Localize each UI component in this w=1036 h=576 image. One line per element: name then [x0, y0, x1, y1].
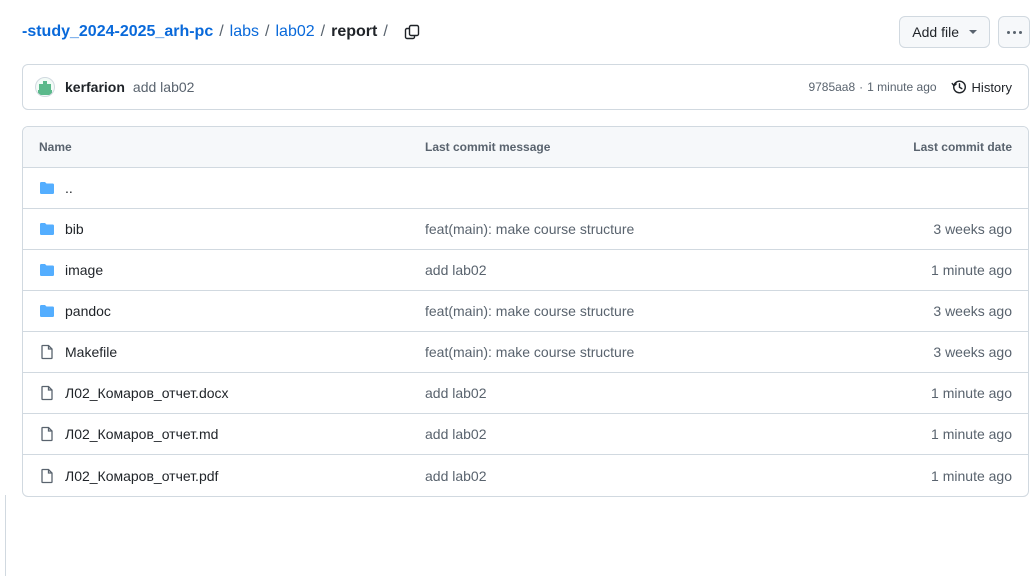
file-table: Name Last commit message Last commit dat… — [22, 126, 1029, 497]
breadcrumb: -study_2024-2025_arh-pc / labs / lab02 /… — [22, 20, 424, 44]
add-file-label: Add file — [912, 24, 959, 40]
breadcrumb-separator: / — [265, 23, 270, 40]
copy-path-button[interactable] — [400, 20, 424, 44]
table-row[interactable]: Л02_Комаров_отчет.md add lab02 1 minute ag… — [23, 414, 1028, 455]
file-name-link[interactable]: pandoc — [65, 303, 111, 319]
meta-separator: · — [859, 80, 864, 94]
file-name-link[interactable]: image — [65, 262, 103, 278]
file-name-link[interactable]: Л02_Комаров_отчет.docx — [65, 385, 229, 401]
avatar[interactable] — [35, 77, 55, 97]
commit-meta: 9785aa8 · 1 minute ago History — [808, 77, 1016, 97]
more-options-button[interactable] — [998, 16, 1030, 48]
avatar-image — [38, 81, 52, 95]
file-icon — [39, 468, 55, 484]
folder-icon — [39, 180, 55, 196]
commit-message-link[interactable]: add lab02 — [425, 262, 487, 278]
commit-date: 3 weeks ago — [933, 221, 1012, 237]
commit-message-link[interactable]: feat(main): make course structure — [425, 344, 634, 360]
table-row[interactable]: image add lab02 1 minute ago — [23, 250, 1028, 291]
breadcrumb-current: report — [331, 23, 378, 40]
parent-directory-link[interactable]: .. — [65, 180, 73, 196]
file-icon — [39, 344, 55, 360]
caret-down-icon — [969, 30, 977, 34]
commit-time: 1 minute ago — [867, 80, 937, 94]
latest-commit-bar: kerfarion add lab02 9785aa8 · 1 minute a… — [22, 64, 1029, 110]
breadcrumb-bar: -study_2024-2025_arh-pc / labs / lab02 /… — [22, 16, 1030, 48]
copy-icon — [404, 24, 419, 40]
header-message: Last commit message — [425, 140, 551, 154]
commit-message-link[interactable]: feat(main): make course structure — [425, 303, 634, 319]
commit-message-link[interactable]: add lab02 — [425, 426, 487, 442]
kebab-horizontal-icon — [1006, 30, 1022, 34]
table-row[interactable]: Л02_Комаров_отчет.docx add lab02 1 minute … — [23, 373, 1028, 414]
commit-date: 3 weeks ago — [933, 344, 1012, 360]
table-row[interactable]: Makefile feat(main): make course structur… — [23, 332, 1028, 373]
table-row[interactable]: pandoc feat(main): make course structure 3… — [23, 291, 1028, 332]
table-header: Name Last commit message Last commit dat… — [23, 127, 1028, 168]
commit-message-link[interactable]: feat(main): make course structure — [425, 221, 634, 237]
breadcrumb-labs-link[interactable]: labs — [230, 23, 259, 41]
breadcrumb-repo-link[interactable]: -study_2024-2025_arh-pc — [22, 23, 213, 41]
commit-date: 1 minute ago — [931, 426, 1012, 442]
header-date: Last commit date — [913, 140, 1012, 154]
add-file-button[interactable]: Add file — [899, 16, 990, 48]
commit-sha-link[interactable]: 9785aa8 — [808, 80, 855, 94]
commit-author-link[interactable]: kerfarion — [65, 79, 125, 95]
table-row[interactable]: Л02_Комаров_отчет.pdf add lab02 1 minute a… — [23, 455, 1028, 496]
history-icon — [951, 80, 966, 94]
history-label: History — [971, 79, 1012, 95]
folder-icon — [39, 303, 55, 319]
file-icon — [39, 385, 55, 401]
file-name-link[interactable]: Makefile — [65, 344, 117, 360]
folder-icon — [39, 221, 55, 237]
breadcrumb-separator: / — [320, 23, 326, 40]
commit-message-link[interactable]: add lab02 — [425, 385, 487, 401]
commit-date: 1 minute ago — [931, 467, 1012, 484]
breadcrumb-separator: / — [219, 23, 224, 40]
commit-date: 1 minute ago — [931, 262, 1012, 278]
history-button[interactable]: History — [947, 77, 1016, 97]
left-divider — [5, 495, 6, 576]
parent-directory-row[interactable]: .. — [23, 168, 1028, 209]
commit-message-link[interactable]: add lab02 — [133, 79, 195, 95]
header-actions: Add file — [899, 16, 1030, 48]
file-name-link[interactable]: Л02_Комаров_отчет.pdf — [65, 468, 218, 484]
file-icon — [39, 426, 55, 442]
commit-date: 3 weeks ago — [933, 303, 1012, 319]
file-name-link[interactable]: bib — [65, 221, 84, 237]
commit-message-link[interactable]: add lab02 — [425, 468, 487, 484]
breadcrumb-separator: / — [383, 23, 388, 40]
table-row[interactable]: bib feat(main): make course structure 3 we… — [23, 209, 1028, 250]
breadcrumb-lab02-link[interactable]: lab02 — [275, 23, 314, 41]
header-name: Name — [39, 140, 72, 154]
file-name-link[interactable]: Л02_Комаров_отчет.md — [65, 426, 218, 442]
folder-icon — [39, 262, 55, 278]
commit-date: 1 minute ago — [931, 385, 1012, 401]
